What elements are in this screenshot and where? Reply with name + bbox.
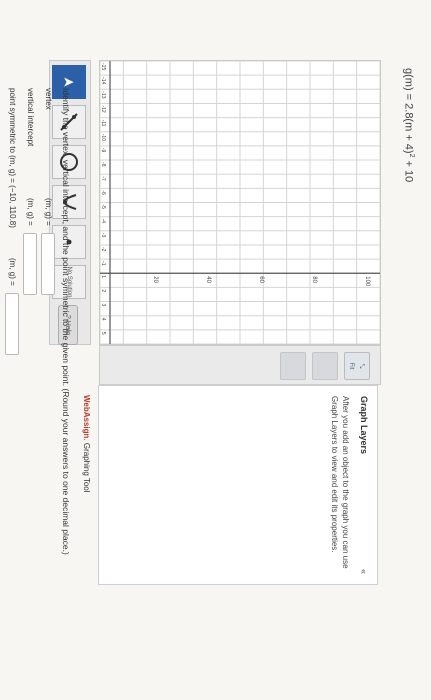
vertical-intercept-row: vertical intercept (m, g) = — [23, 88, 37, 388]
undo-button[interactable] — [312, 352, 338, 380]
question-instruction: Identify the vertex, vertical intercept,… — [61, 88, 71, 555]
x-tick-label: -3 — [100, 233, 106, 238]
symmetric-point-label: point symmetric to (m, g) = (−10, 110.8) — [8, 88, 17, 228]
x-tick-label: 5 — [100, 332, 106, 335]
x-tick-label: -13 — [100, 91, 106, 98]
vertical-intercept-prompt: (m, g) = — [26, 198, 35, 226]
x-tick-label: 3 — [100, 304, 106, 307]
x-tick-label: -9 — [100, 148, 106, 153]
x-tick-label: -15 — [100, 63, 106, 70]
graph-layers-title: Graph Layers — [359, 396, 369, 455]
x-tick-label: 1 — [100, 275, 106, 278]
rotated-page: g(m) = 2.8(m + 4)2 + 10 100 80 60 40 20 -15 -1… — [0, 0, 431, 700]
fit-icon: ⤡ — [358, 363, 364, 369]
fit-button[interactable]: ⤡ Fit — [344, 352, 370, 380]
x-tick-label: -12 — [100, 105, 106, 112]
x-tick-label: -4 — [100, 219, 106, 224]
vertex-prompt: (m, g) = — [44, 198, 53, 226]
question-area: Identify the vertex, vertical intercept,… — [0, 0, 93, 700]
graph-canvas[interactable]: 100 80 60 40 20 -15 -14 -13 -12 -11 -10 -9 -8 -7 -6 -5-… — [99, 60, 381, 345]
x-tick-label: -14 — [100, 77, 106, 84]
y-tick-label: 20 — [152, 276, 158, 283]
y-tick-label: 80 — [311, 276, 317, 283]
x-tick-label: -11 — [100, 120, 106, 127]
y-tick-label: 100 — [364, 276, 370, 287]
vertical-intercept-input[interactable] — [23, 233, 37, 295]
x-tick-label: -2 — [100, 247, 106, 252]
graph-side-panel: ⤡ Fit — [99, 345, 381, 385]
symmetric-point-row: point symmetric to (m, g) = (−10, 110.8)… — [5, 88, 19, 428]
graph-layers-panel: Graph Layers « After you add an object t… — [98, 385, 378, 585]
x-tick-label: -6 — [100, 190, 106, 195]
x-tick-label: 2 — [100, 289, 106, 292]
fit-label: Fit — [348, 362, 354, 370]
vertical-intercept-label: vertical intercept — [26, 88, 35, 147]
x-tick-label: -7 — [100, 176, 106, 181]
redo-button[interactable] — [280, 352, 306, 380]
x-tick-label: -8 — [100, 162, 106, 167]
vertex-input[interactable] — [41, 233, 55, 295]
vertex-label: vertex — [44, 88, 53, 110]
symmetric-point-prompt: (m, g) = — [8, 258, 17, 286]
y-tick-label: 60 — [258, 276, 264, 283]
equation: g(m) = 2.8(m + 4)2 + 10 — [402, 68, 415, 183]
y-tick-label: 40 — [205, 276, 211, 283]
symmetric-point-input[interactable] — [5, 293, 19, 355]
vertex-row: vertex (m, g) = — [41, 88, 55, 388]
collapse-layers-button[interactable]: « — [359, 569, 369, 574]
x-tick-label: -1 — [100, 261, 106, 266]
x-tick-label: -5 — [100, 205, 106, 210]
x-tick-label: -10 — [100, 134, 106, 141]
x-tick-label: 4 — [100, 318, 106, 321]
graph-layers-body: After you add an object to the graph you… — [330, 396, 350, 569]
graph-grid: 10080604020-15-14-13-12-11-10-9-8-7-6-5-… — [99, 60, 381, 345]
